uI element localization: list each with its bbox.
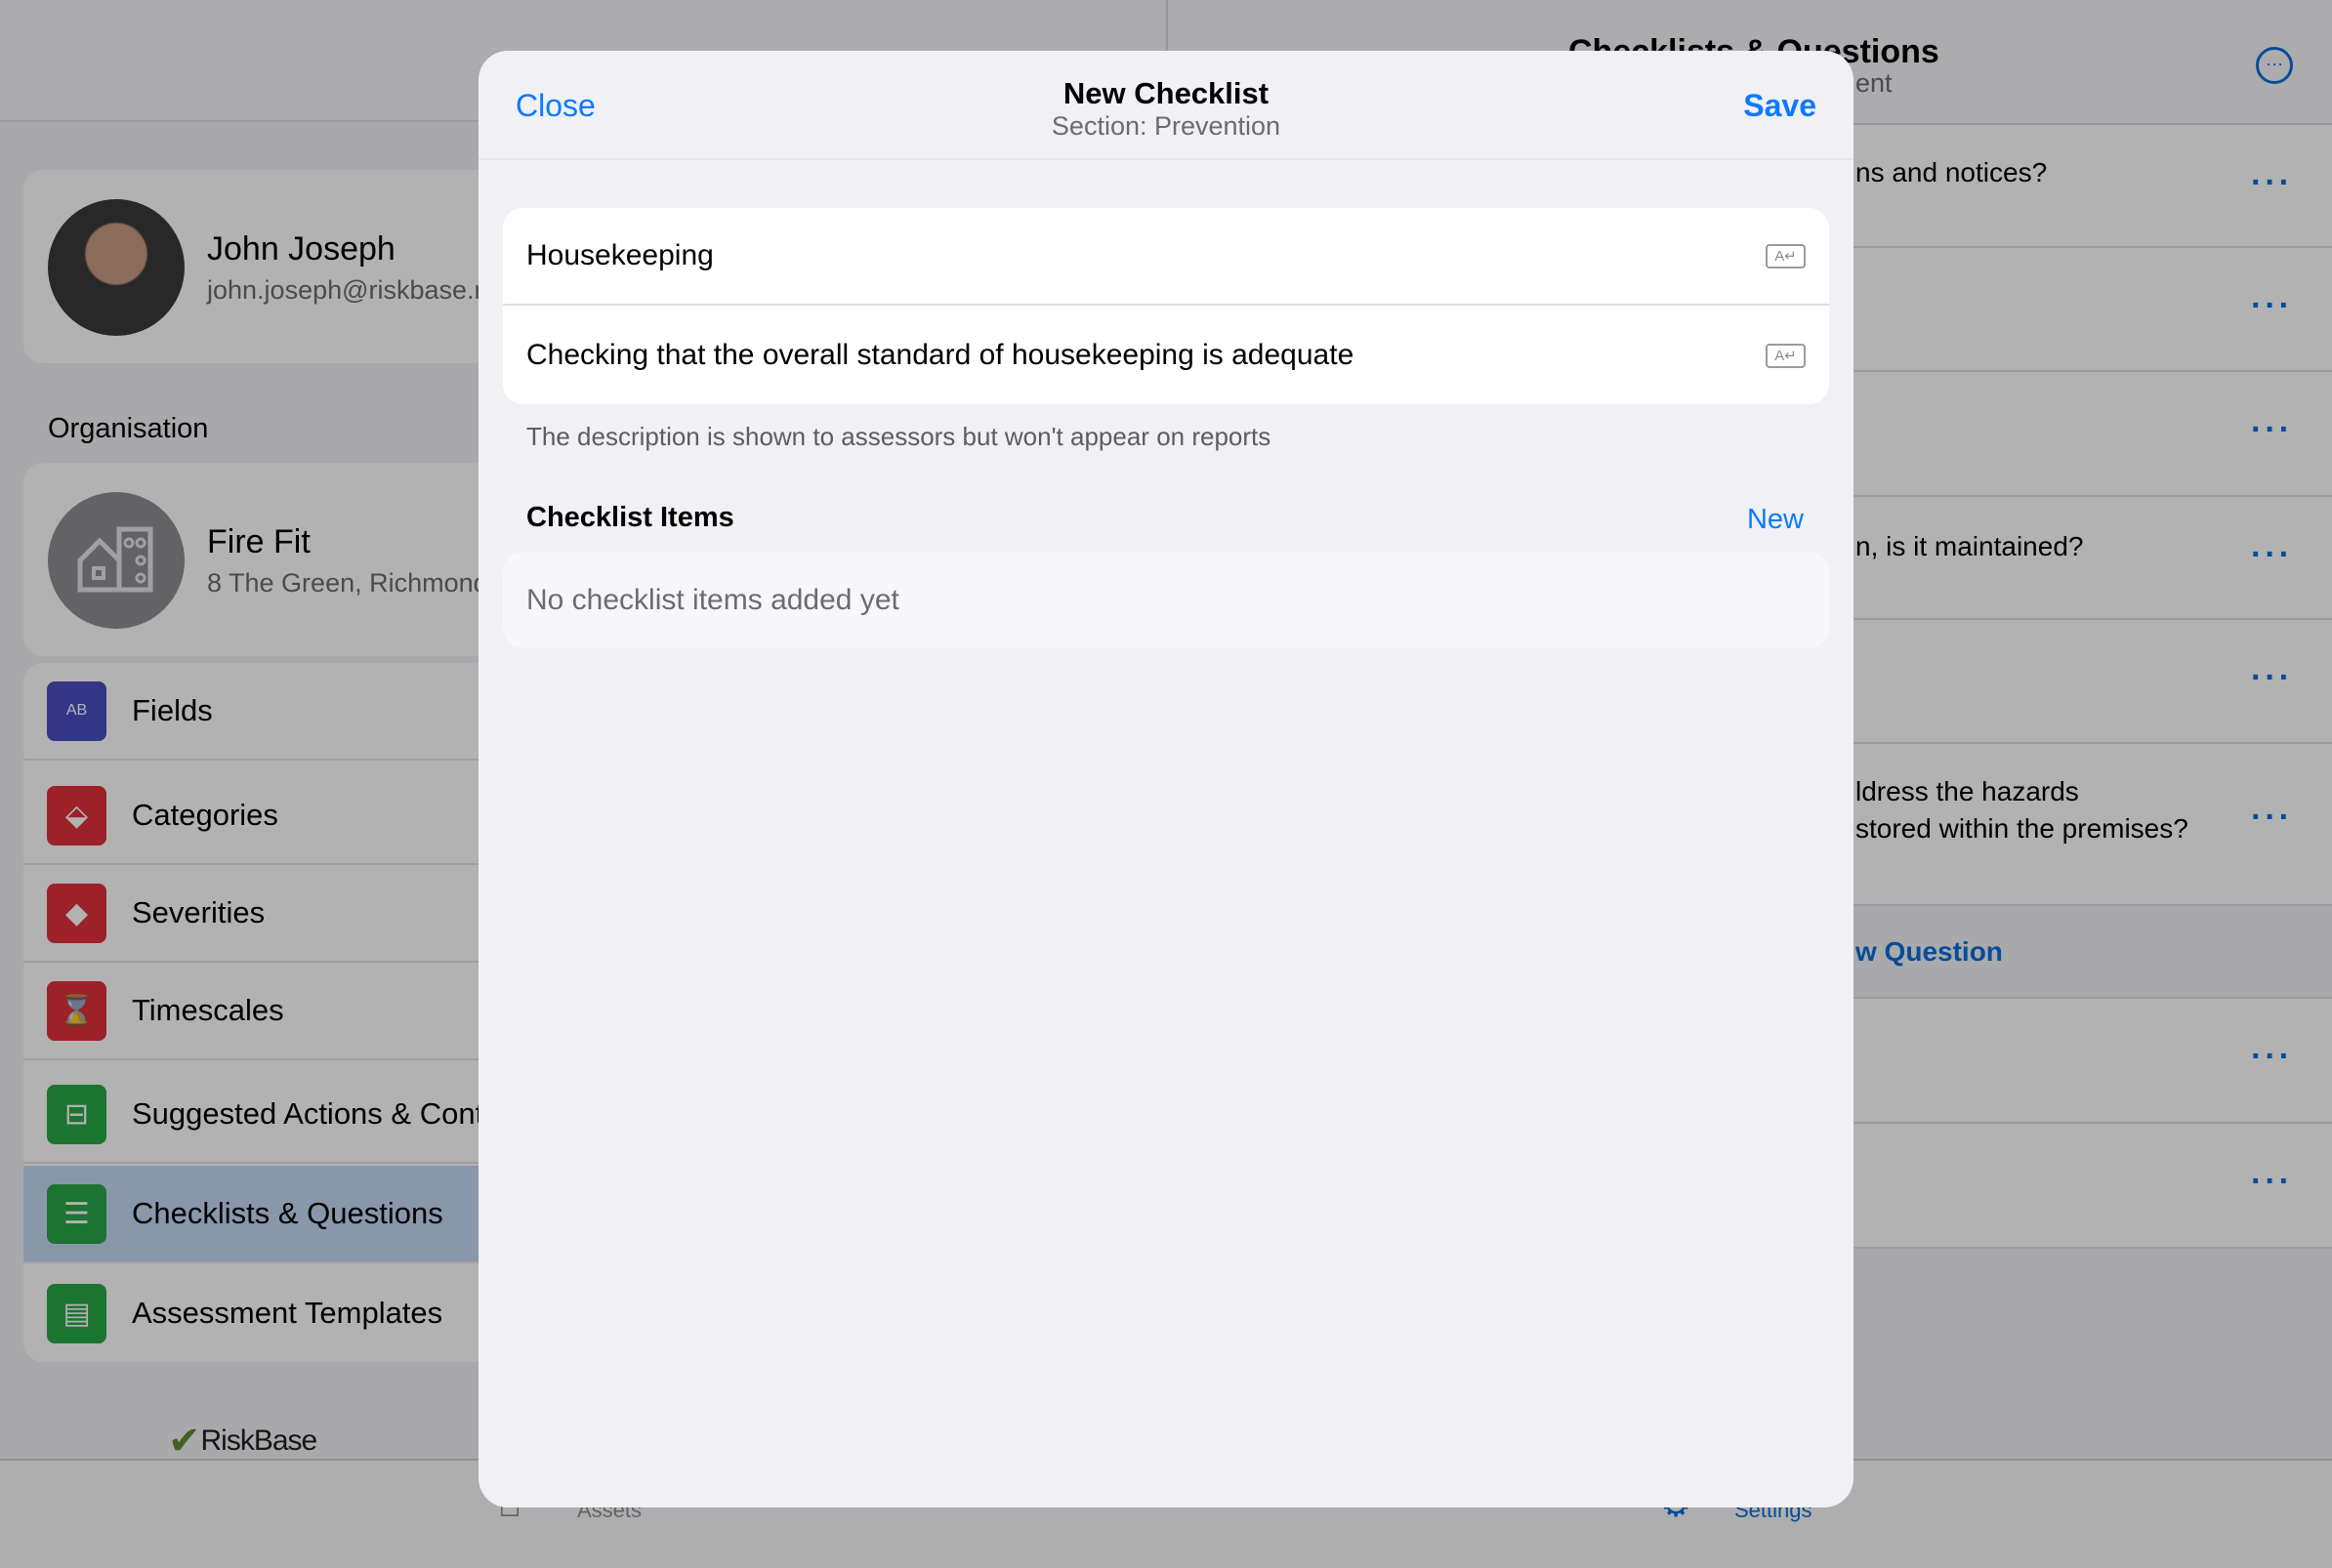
checklist-name-field[interactable]: Housekeeping A↵ [503,208,1829,306]
modal-header: Close New Checklist Section: Prevention … [479,51,1853,160]
keyboard-return-icon: A↵ [1766,243,1806,268]
modal-title: New Checklist [1062,76,1270,110]
keyboard-return-icon: A↵ [1766,343,1806,368]
empty-items-text: No checklist items added yet [526,583,899,616]
new-item-button[interactable]: New [1747,504,1804,536]
modal-subtitle: Section: Prevention [1051,111,1281,141]
new-checklist-modal: Close New Checklist Section: Prevention … [479,51,1853,1507]
checklist-name-value: Housekeeping [526,239,714,271]
save-button[interactable]: Save [1743,88,1816,124]
checklist-description-field[interactable]: Checking that the overall standard of ho… [503,307,1829,404]
description-footnote: The description is shown to assessors bu… [526,422,1271,451]
checklist-description-value: Checking that the overall standard of ho… [526,339,1354,371]
checklist-items-heading: Checklist Items [526,502,734,533]
empty-items-card: No checklist items added yet [503,552,1829,648]
checklist-form-card: Housekeeping A↵ Checking that the overal… [503,208,1829,404]
